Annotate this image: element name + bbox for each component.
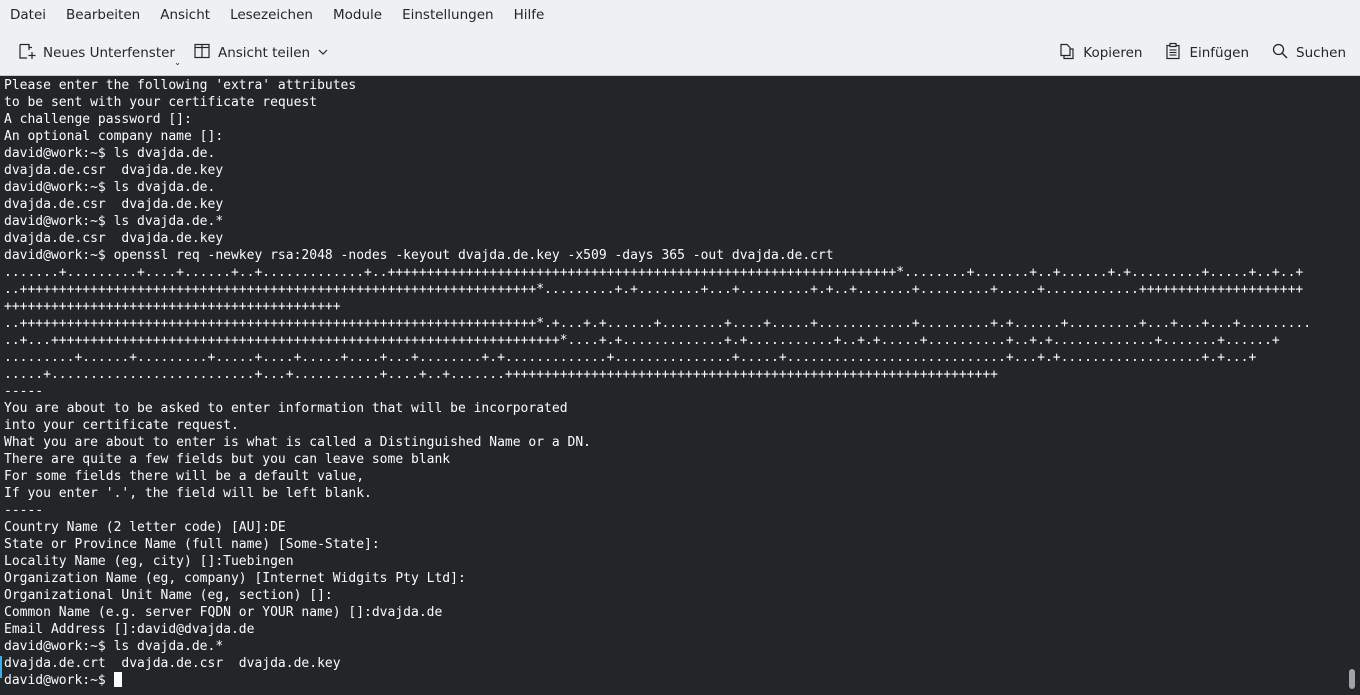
menu-lesezeichen[interactable]: Lesezeichen [220,0,323,31]
scrollbar-thumb[interactable] [1349,669,1355,689]
terminal-line: ----- [4,503,44,518]
terminal-line: You are about to be asked to enter infor… [4,401,568,416]
terminal-line: to be sent with your certificate request [4,95,318,110]
terminal-line: dvajda.de.csr dvajda.de.key [4,197,224,212]
new-tab-dropdown-arrow-icon: ⌄ [174,58,181,67]
menu-bearbeiten[interactable]: Bearbeiten [56,0,150,31]
terminal-line: ..+...++++++++++++++++++++++++++++++++++… [4,333,1280,348]
new-tab-icon [18,42,43,64]
terminal-line: State or Province Name (full name) [Some… [4,537,380,552]
terminal-line: david@work:~$ ls dvajda.de.* [4,214,224,229]
terminal-prompt-line[interactable]: david@work:~$ [4,672,1360,689]
current-line-marker [0,656,2,678]
terminal-line: dvajda.de.csr dvajda.de.key [4,163,224,178]
paste-label: Einfügen [1189,45,1250,61]
split-view-label: Ansicht teilen [217,45,311,61]
terminal-line: david@work:~$ ls dvajda.de. [4,180,216,195]
terminal-line: Please enter the following 'extra' attri… [4,78,357,93]
new-tab-button[interactable]: Neues Unterfenster ⌄ [12,37,181,69]
terminal-line: dvajda.de.crt dvajda.de.csr dvajda.de.ke… [4,656,341,671]
search-label: Suchen [1296,45,1346,61]
terminal-line: ++++++++++++++++++++++++++++++++++++++++… [4,299,341,314]
terminal-output[interactable]: Please enter the following 'extra' attri… [0,76,1360,695]
terminal-line: Organizational Unit Name (eg, section) [… [4,588,333,603]
menu-bar: Datei Bearbeiten Ansicht Lesezeichen Mod… [0,0,1360,31]
split-view-button[interactable]: Ansicht teilen [187,37,341,69]
terminal-line: Email Address []:david@dvajda.de [4,622,255,637]
copy-label: Kopieren [1083,45,1143,61]
terminal-line: Locality Name (eg, city) []:Tuebingen [4,554,294,569]
terminal-line: An optional company name []: [4,129,224,144]
split-view-icon [193,42,218,64]
terminal-line: david@work:~$ openssl req -newkey rsa:20… [4,248,834,263]
menu-einstellungen[interactable]: Einstellungen [392,0,504,31]
terminal-line: .......+.........+....+......+..+.......… [4,265,1304,280]
new-tab-label: Neues Unterfenster [43,45,175,61]
copy-icon [1058,42,1083,64]
menu-module[interactable]: Module [323,0,392,31]
terminal-line: .....+..........................+...+...… [4,367,998,382]
terminal-line: .........+......+.........+.....+....+..… [4,350,1257,365]
terminal-line: There are quite a few fields but you can… [4,452,451,467]
terminal-line: ..++++++++++++++++++++++++++++++++++++++… [4,316,1312,331]
terminal-line: ----- [4,384,44,399]
terminal-line: david@work:~$ ls dvajda.de. [4,146,216,161]
menu-datei[interactable]: Datei [0,0,56,31]
terminal-line: If you enter '.', the field will be left… [4,486,372,501]
search-button[interactable]: Suchen [1265,37,1352,69]
terminal-line: For some fields there will be a default … [4,469,365,484]
menu-ansicht[interactable]: Ansicht [150,0,220,31]
toolbar: Neues Unterfenster ⌄ Ansicht teilen Kopi [0,31,1360,76]
terminal-prompt: david@work:~$ [4,673,114,688]
menu-hilfe[interactable]: Hilfe [504,0,555,31]
terminal-line: david@work:~$ ls dvajda.de.* [4,639,224,654]
terminal-line: A challenge password []: [4,112,192,127]
terminal-line: Organization Name (eg, company) [Interne… [4,571,466,586]
terminal-line: into your certificate request. [4,418,239,433]
terminal-line: Common Name (e.g. server FQDN or YOUR na… [4,605,443,620]
terminal-line: What you are about to enter is what is c… [4,435,591,450]
paste-button[interactable]: Einfügen [1158,37,1255,69]
copy-button[interactable]: Kopieren [1052,37,1148,69]
terminal-line: dvajda.de.csr dvajda.de.key [4,231,224,246]
chevron-down-icon[interactable] [318,45,335,61]
search-icon [1271,42,1296,64]
text-cursor [113,672,122,687]
terminal-line: ..++++++++++++++++++++++++++++++++++++++… [4,282,1304,297]
terminal-line: Country Name (2 letter code) [AU]:DE [4,520,286,535]
paste-icon [1164,42,1189,64]
